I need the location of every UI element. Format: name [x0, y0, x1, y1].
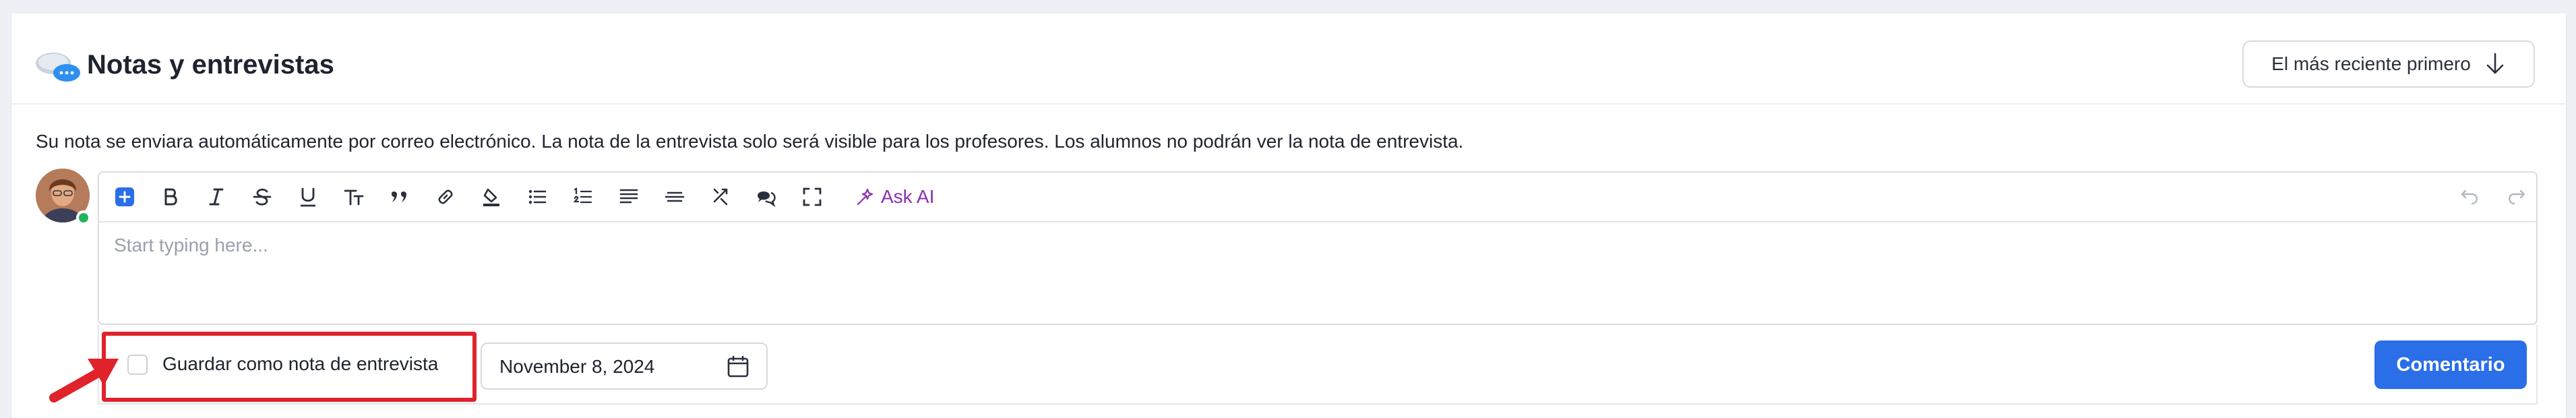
- horizontal-rule-icon[interactable]: [663, 185, 687, 209]
- ask-ai-label: Ask AI: [881, 186, 935, 207]
- fullscreen-icon[interactable]: [800, 185, 824, 209]
- date-value: November 8, 2024: [499, 356, 655, 377]
- italic-icon[interactable]: [204, 185, 228, 209]
- interview-note-checkbox[interactable]: [127, 355, 148, 375]
- undo-icon[interactable]: [2458, 185, 2482, 209]
- quote-icon[interactable]: [388, 185, 412, 209]
- editor-toolbar: Ask AI: [99, 173, 2536, 222]
- underline-icon[interactable]: [296, 185, 320, 209]
- highlight-icon[interactable]: [479, 185, 503, 209]
- sort-order-label: El más reciente primero: [2271, 53, 2471, 74]
- page-title: Notas y entrevistas: [87, 50, 334, 80]
- speech-bubbles-icon: [36, 53, 80, 82]
- align-icon[interactable]: [617, 185, 641, 209]
- ask-ai-button[interactable]: Ask AI: [855, 183, 934, 210]
- numbered-list-icon[interactable]: [571, 185, 595, 209]
- date-picker-field[interactable]: November 8, 2024: [481, 342, 768, 390]
- sparkle-wand-icon: [857, 188, 873, 206]
- bullet-list-icon[interactable]: [525, 185, 549, 209]
- link-icon[interactable]: [433, 185, 458, 209]
- card-header: Notas y entrevistas El más reciente prim…: [11, 13, 2566, 104]
- sort-order-button[interactable]: El más reciente primero: [2242, 40, 2535, 88]
- red-arrow-annotation: [49, 359, 119, 402]
- text-size-icon[interactable]: [342, 185, 366, 209]
- note-editor[interactable]: Ask AI Start typing here...: [98, 171, 2538, 325]
- online-status-indicator: [76, 210, 91, 225]
- redo-icon[interactable]: [2504, 185, 2528, 209]
- calendar-icon[interactable]: [726, 355, 750, 379]
- arrow-down-icon: [2486, 53, 2504, 74]
- interview-note-checkbox-label[interactable]: Guardar como nota de entrevista: [162, 351, 438, 378]
- bold-icon[interactable]: [158, 185, 183, 209]
- strikethrough-icon[interactable]: [250, 185, 274, 209]
- comment-submit-button[interactable]: Comentario: [2374, 340, 2527, 389]
- editor-text-area[interactable]: Start typing here...: [114, 235, 268, 256]
- merge-icon[interactable]: [708, 185, 733, 209]
- insert-icon[interactable]: [113, 185, 137, 209]
- comment-icon[interactable]: [754, 185, 778, 209]
- notes-card: Notas y entrevistas El más reciente prim…: [11, 13, 2567, 418]
- info-message: Su nota se enviara automáticamente por c…: [36, 131, 1464, 152]
